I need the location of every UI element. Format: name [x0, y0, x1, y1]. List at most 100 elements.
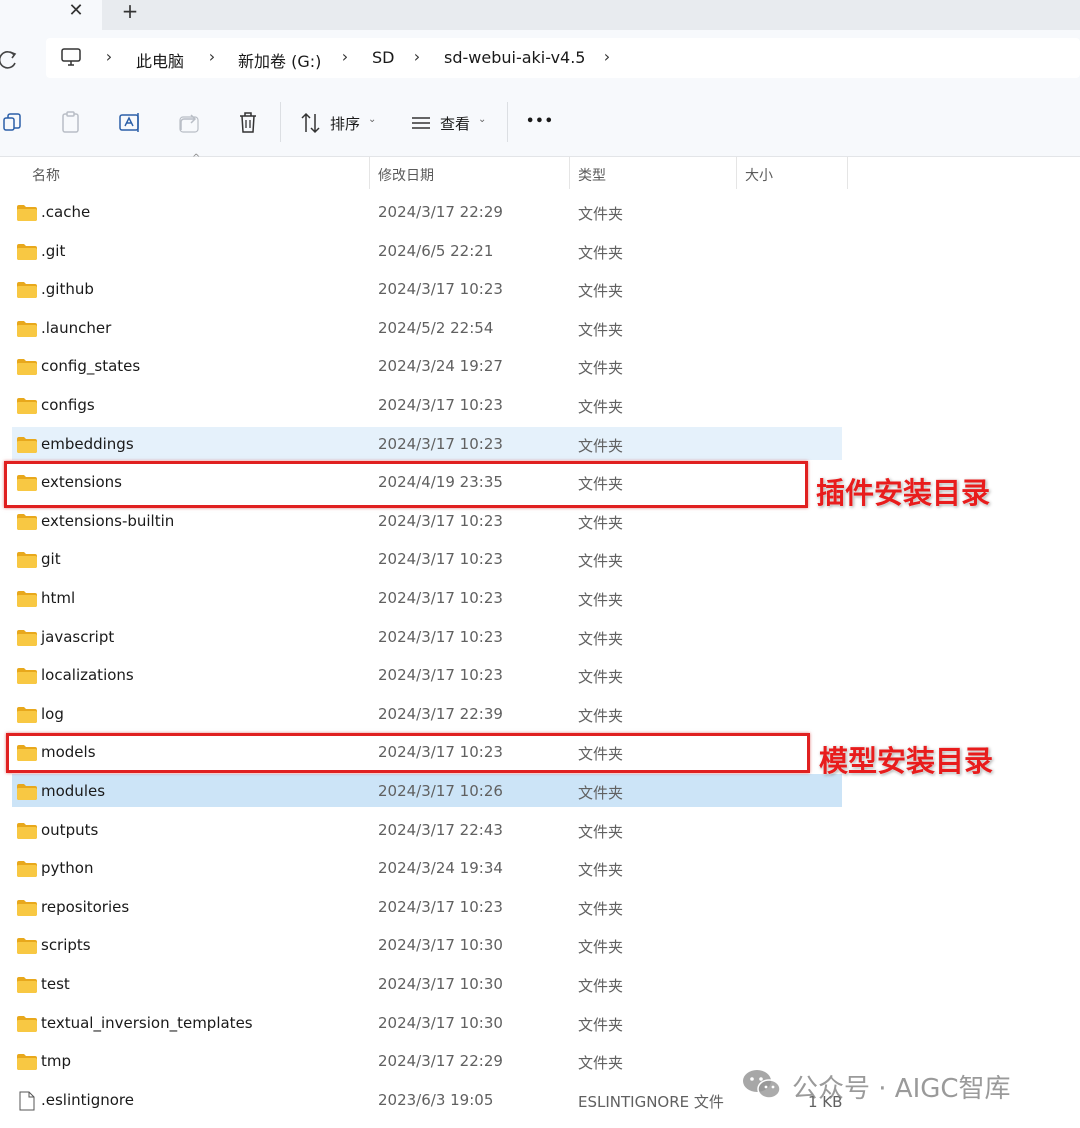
paste-icon[interactable]	[60, 110, 82, 136]
folder-icon	[17, 282, 37, 299]
file-name: .eslintignore	[41, 1090, 134, 1109]
table-row[interactable]: .launcher 2024/5/2 22:54 文件夹	[12, 311, 842, 344]
view-icon[interactable]	[410, 110, 432, 136]
folder-icon	[17, 398, 37, 414]
table-row[interactable]: extensions-builtin 2024/3/17 10:23 文件夹	[12, 504, 842, 537]
file-modified-date: 2024/3/17 10:23	[378, 434, 503, 453]
table-row[interactable]: configs 2024/3/17 10:23 文件夹	[12, 388, 842, 421]
toolbar-divider	[507, 102, 508, 142]
address-bar[interactable]: › 此电脑 › 新加卷 (G:) › SD › sd-webui-aki-v4.…	[46, 38, 1080, 78]
breadcrumb-this-pc[interactable]: 此电脑	[136, 48, 184, 72]
file-name: localizations	[41, 666, 134, 685]
table-row[interactable]: git 2024/3/17 10:23 文件夹	[12, 542, 842, 575]
column-divider[interactable]	[847, 157, 848, 189]
close-tab-icon[interactable]: ✕	[66, 0, 86, 24]
breadcrumb-separator[interactable]: ›	[338, 47, 352, 66]
table-row[interactable]: outputs 2024/3/17 22:43 文件夹	[12, 813, 842, 846]
table-row[interactable]: embeddings 2024/3/17 10:23 文件夹	[12, 426, 842, 460]
table-row[interactable]: .cache 2024/3/17 22:29 文件夹	[12, 195, 842, 228]
file-modified-date: 2024/3/17 10:23	[378, 550, 503, 569]
file-modified-date: 2024/3/17 10:23	[378, 396, 503, 414]
folder-icon	[17, 668, 37, 685]
column-divider[interactable]	[736, 157, 737, 189]
table-row[interactable]: repositories 2024/3/17 10:23 文件夹	[12, 890, 842, 923]
column-divider[interactable]	[369, 157, 370, 189]
table-row[interactable]: test 2024/3/17 10:30 文件夹	[12, 967, 842, 1000]
column-header-row: ^ 名称 修改日期 类型 大小	[0, 153, 1080, 193]
computer-icon[interactable]	[60, 48, 82, 68]
sort-caret-icon: ^	[192, 153, 201, 164]
folder-icon	[17, 320, 37, 337]
file-type: 文件夹	[578, 552, 624, 571]
table-row[interactable]: localizations 2024/3/17 10:23 文件夹	[12, 658, 842, 691]
column-header-type[interactable]: 类型	[578, 165, 606, 185]
file-name: .git	[41, 241, 66, 260]
file-name: embeddings	[41, 434, 134, 453]
file-modified-date: 2024/3/24 19:27	[378, 357, 503, 376]
table-row[interactable]: tmp 2024/3/17 22:29 文件夹	[12, 1044, 842, 1077]
table-row[interactable]: config_states 2024/3/24 19:27 文件夹	[12, 349, 842, 382]
new-tab-icon[interactable]: +	[120, 0, 140, 24]
folder-icon	[17, 1015, 37, 1032]
breadcrumb-sd[interactable]: SD	[372, 48, 394, 67]
table-row[interactable]: scripts 2024/3/17 10:30 文件夹	[12, 928, 842, 961]
file-icon	[19, 1091, 35, 1111]
file-name: config_states	[41, 357, 141, 376]
extensions-highlight-box	[4, 461, 808, 508]
file-name: html	[41, 589, 76, 607]
share-icon[interactable]	[178, 110, 200, 136]
breadcrumb-separator[interactable]: ›	[102, 47, 116, 66]
table-row[interactable]: textual_inversion_templates 2024/3/17 10:…	[12, 1006, 842, 1039]
column-header-name[interactable]: 名称	[32, 165, 60, 185]
file-type: ESLINTIGNORE 文件	[578, 1092, 724, 1111]
table-row[interactable]: html 2024/3/17 10:23 文件夹	[12, 581, 842, 614]
file-type: 文件夹	[578, 822, 624, 841]
file-modified-date: 2023/6/3 19:05	[378, 1090, 494, 1109]
file-type: 文件夹	[578, 1015, 624, 1034]
rename-icon[interactable]	[118, 110, 142, 136]
file-name: .cache	[41, 203, 91, 221]
file-modified-date: 2024/3/17 22:29	[378, 1052, 503, 1071]
breadcrumb-current-folder[interactable]: sd-webui-aki-v4.5	[444, 48, 585, 67]
breadcrumb-drive[interactable]: 新加卷 (G:)	[238, 48, 321, 72]
copy-icon[interactable]	[2, 110, 24, 136]
tab-strip: ✕ +	[0, 0, 1080, 30]
column-header-size[interactable]: 大小	[745, 165, 773, 185]
file-name: configs	[41, 396, 95, 414]
folder-icon	[17, 243, 37, 260]
table-row[interactable]: .github 2024/3/17 10:23 文件夹	[12, 272, 842, 305]
breadcrumb-separator[interactable]: ›	[205, 47, 219, 66]
file-modified-date: 2024/3/17 10:23	[378, 589, 503, 607]
folder-icon	[17, 591, 37, 607]
table-row[interactable]: .git 2024/6/5 22:21 文件夹	[12, 234, 842, 267]
file-type: 文件夹	[578, 629, 624, 648]
table-row[interactable]: python 2024/3/24 19:34 文件夹	[12, 851, 842, 884]
folder-icon	[17, 861, 37, 878]
table-row[interactable]: log 2024/3/17 22:39 文件夹	[12, 697, 842, 730]
folder-icon	[17, 938, 37, 955]
refresh-icon[interactable]	[0, 46, 18, 72]
active-tab[interactable]: ✕	[0, 0, 102, 30]
breadcrumb-separator[interactable]: ›	[410, 47, 424, 66]
table-row[interactable]: javascript 2024/3/17 10:23 文件夹	[12, 620, 842, 653]
view-button-label[interactable]: 查看	[440, 113, 470, 134]
folder-icon	[17, 436, 37, 453]
file-modified-date: 2024/3/17 22:39	[378, 704, 503, 723]
sort-icon[interactable]	[300, 110, 322, 136]
models-annotation-label: 模型安装目录	[819, 744, 994, 778]
table-row[interactable]: .eslintignore 2023/6/3 19:05 ESLINTIGNORE …	[12, 1083, 842, 1116]
folder-icon	[17, 706, 37, 723]
trash-icon[interactable]	[237, 110, 259, 136]
table-row[interactable]: modules 2024/3/17 10:26 文件夹	[12, 774, 842, 807]
breadcrumb-separator[interactable]: ›	[600, 47, 614, 66]
file-type: 文件夹	[578, 899, 624, 918]
column-divider[interactable]	[569, 157, 570, 189]
chevron-down-icon[interactable]: ⌄	[368, 114, 376, 125]
folder-icon	[17, 1054, 37, 1071]
column-header-date[interactable]: 修改日期	[378, 165, 434, 185]
more-options-button[interactable]: •••	[526, 114, 554, 129]
file-name: .github	[41, 280, 94, 299]
chevron-down-icon[interactable]: ⌄	[478, 114, 486, 125]
file-name: python	[41, 859, 94, 878]
sort-button-label[interactable]: 排序	[330, 113, 360, 134]
